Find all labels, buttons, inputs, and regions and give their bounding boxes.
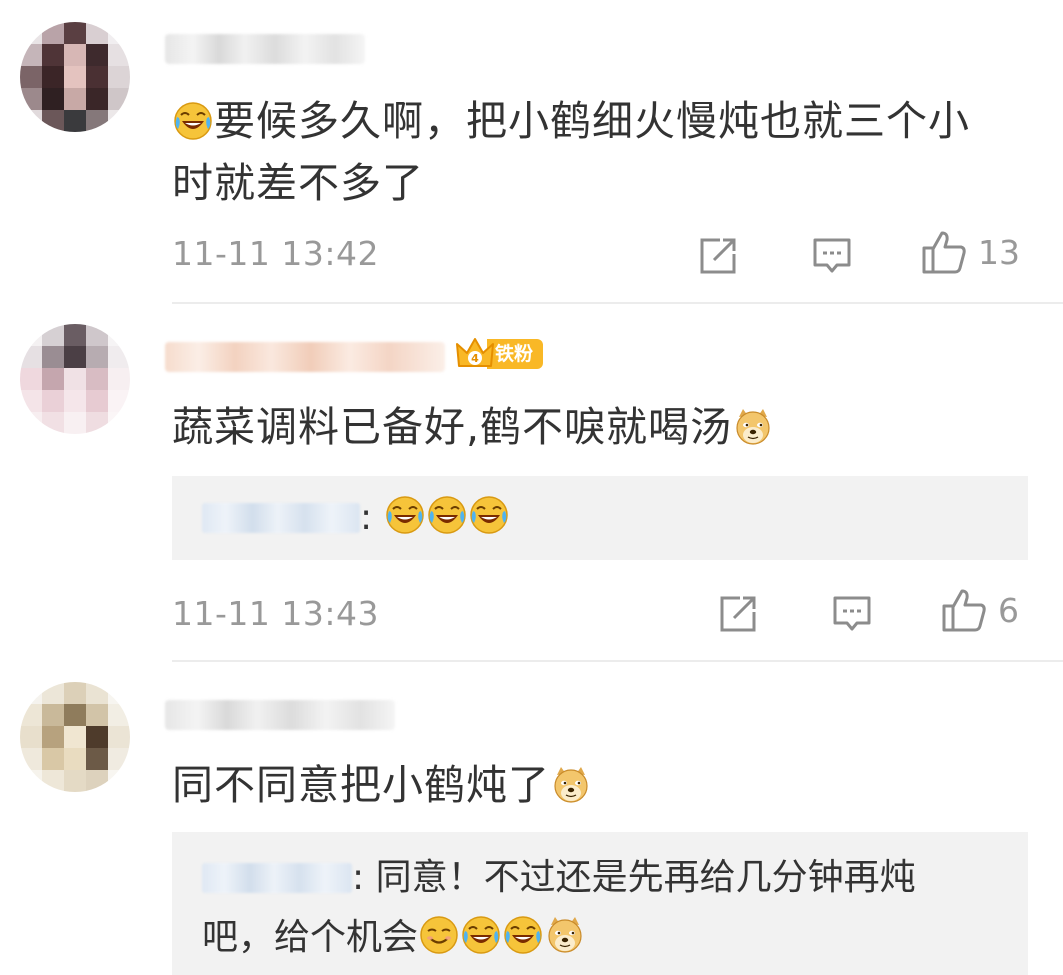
badge-label: 铁粉 <box>487 339 544 369</box>
reply-username[interactable] <box>202 863 352 893</box>
comment-text: 要候多久啊，把小鹤细火慢炖也就三个小 时就差不多了 <box>172 97 970 207</box>
laugh-cry-emoji <box>503 915 543 955</box>
comment-item: 要候多久啊，把小鹤细火慢炖也就三个小 时就差不多了 11-11 13:42 13 <box>0 0 1063 304</box>
laugh-cry-emoji <box>461 915 501 955</box>
like-button[interactable]: 6 <box>940 586 1019 634</box>
laugh-cry-emoji <box>385 495 425 535</box>
comment-timestamp: 11-11 13:42 <box>172 234 379 273</box>
comment-icon <box>810 234 854 278</box>
doge-emoji <box>733 407 773 447</box>
avatar[interactable] <box>20 324 130 434</box>
reply-button[interactable] <box>830 592 874 636</box>
reply-box[interactable]: : <box>172 476 1028 560</box>
reply-box[interactable]: : 同意！不过还是先再给几分钟再炖 吧，给个机会 <box>172 832 1028 975</box>
repost-button[interactable] <box>696 234 740 278</box>
laugh-cry-emoji <box>427 495 467 535</box>
reply-text: : 同意！不过还是先再给几分钟再炖 <box>352 857 916 898</box>
doge-emoji <box>551 765 591 805</box>
repost-button[interactable] <box>716 592 760 636</box>
reply-button[interactable] <box>810 234 854 278</box>
fan-badge: 4 铁粉 <box>455 336 544 372</box>
avatar[interactable] <box>20 682 130 792</box>
laugh-cry-emoji <box>469 495 509 535</box>
comment-text: 蔬菜调料已备好,鹤不唳就喝汤 <box>172 396 1023 458</box>
smile-emoji <box>419 915 459 955</box>
username[interactable] <box>165 700 395 730</box>
comment-timestamp: 11-11 13:43 <box>172 594 379 633</box>
avatar[interactable] <box>20 22 130 132</box>
doge-emoji <box>545 915 585 955</box>
thumbs-up-icon <box>920 228 968 276</box>
username[interactable] <box>165 342 445 372</box>
like-button[interactable]: 13 <box>920 228 1020 276</box>
comment-text: 同不同意把小鹤炖了 <box>172 754 1023 816</box>
svg-text:4: 4 <box>471 352 479 365</box>
reply-text: : <box>360 497 373 538</box>
like-count: 6 <box>998 590 1019 630</box>
like-count: 13 <box>978 232 1020 272</box>
thumbs-up-icon <box>940 586 988 634</box>
crown-icon: 4 <box>455 336 495 372</box>
repost-icon <box>716 592 760 636</box>
laugh-cry-emoji <box>173 101 213 141</box>
comment-item: 同不同意把小鹤炖了 : 同意！不过还是先再给几分钟再炖 吧，给个机会 <box>0 662 1063 975</box>
comment-icon <box>830 592 874 636</box>
repost-icon <box>696 234 740 278</box>
comment-item: 4 铁粉 蔬菜调料已备好,鹤不唳就喝汤 : 11-11 13:43 6 <box>0 304 1063 662</box>
reply-username[interactable] <box>202 503 360 533</box>
reply-text-continued: 吧，给个机会 <box>202 917 419 958</box>
username[interactable] <box>165 34 365 64</box>
